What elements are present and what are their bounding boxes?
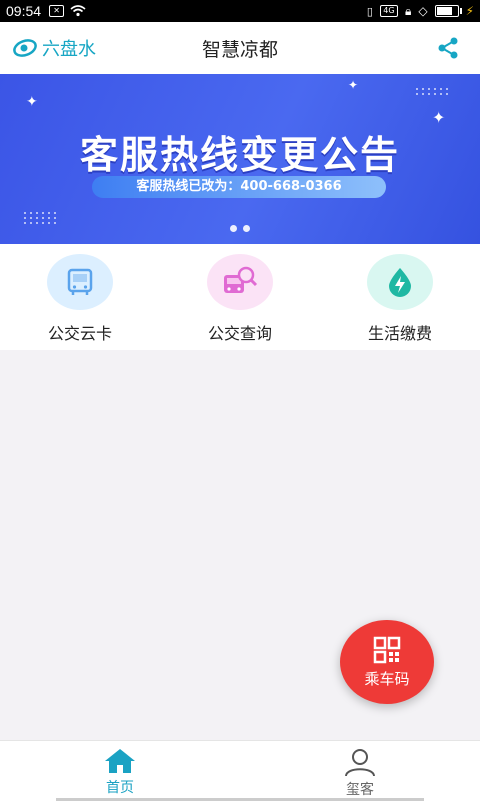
- bus-search-icon: [207, 254, 273, 310]
- status-time: 09:54: [6, 3, 42, 19]
- charging-icon: ⚡: [465, 4, 474, 18]
- vibrate-icon: ▯: [366, 4, 373, 18]
- x-box-icon: ✕: [49, 5, 65, 17]
- page-title: 智慧凉都: [201, 38, 278, 61]
- sparkle-icon: ✦: [26, 94, 38, 110]
- nav-label: 玺客: [346, 782, 374, 798]
- carousel-dots: [0, 225, 480, 232]
- dot-pattern: [416, 88, 449, 95]
- ride-code-button[interactable]: 乘车码: [340, 620, 434, 704]
- quick-action-label: 公交查询: [207, 324, 272, 343]
- banner-subtitle: 客服热线已改为：400-668-0366: [92, 176, 386, 198]
- sparkle-icon: ✦: [348, 78, 359, 92]
- header: 六盘水 智慧凉都: [0, 22, 480, 74]
- qr-code-icon: [373, 636, 401, 663]
- location-icon: ◇: [418, 4, 428, 18]
- nav-home[interactable]: 首页: [0, 741, 240, 801]
- lock-icon: 🔒︎: [404, 3, 412, 18]
- data-icon: 4G: [379, 5, 398, 17]
- dot-pattern: [24, 212, 57, 224]
- carousel-dot[interactable]: [230, 225, 237, 232]
- quick-actions: 公交云卡 公交查询 生活缴费: [0, 244, 480, 350]
- nav-profile[interactable]: 玺客: [240, 741, 480, 801]
- wifi-icon: [70, 5, 86, 17]
- home-icon: [105, 749, 135, 773]
- announcement-banner[interactable]: ✦ ✦ ✦ 客服热线变更公告 客服热线已改为：400-668-0366: [0, 74, 480, 244]
- user-icon: [345, 749, 375, 777]
- share-icon[interactable]: [436, 36, 460, 64]
- nav-label: 首页: [106, 780, 134, 796]
- ride-code-label: 乘车码: [364, 669, 410, 688]
- battery-icon: [434, 5, 462, 17]
- bus-card-icon: [47, 254, 113, 310]
- water-bolt-icon: [367, 254, 433, 310]
- carousel-dot[interactable]: [243, 225, 250, 232]
- quick-action-label: 公交云卡: [47, 324, 112, 343]
- quick-action-utility-payment[interactable]: 生活缴费: [320, 244, 480, 350]
- quick-action-label: 生活缴费: [367, 324, 432, 343]
- status-bar: 09:54 ✕ ▯ 4G 🔒︎ ◇ ⚡: [0, 0, 480, 22]
- quick-action-bus-card[interactable]: 公交云卡: [0, 244, 160, 350]
- bottom-nav: 首页 玺客: [0, 740, 480, 801]
- quick-action-bus-search[interactable]: 公交查询: [160, 244, 320, 350]
- banner-headline: 客服热线变更公告: [79, 133, 400, 177]
